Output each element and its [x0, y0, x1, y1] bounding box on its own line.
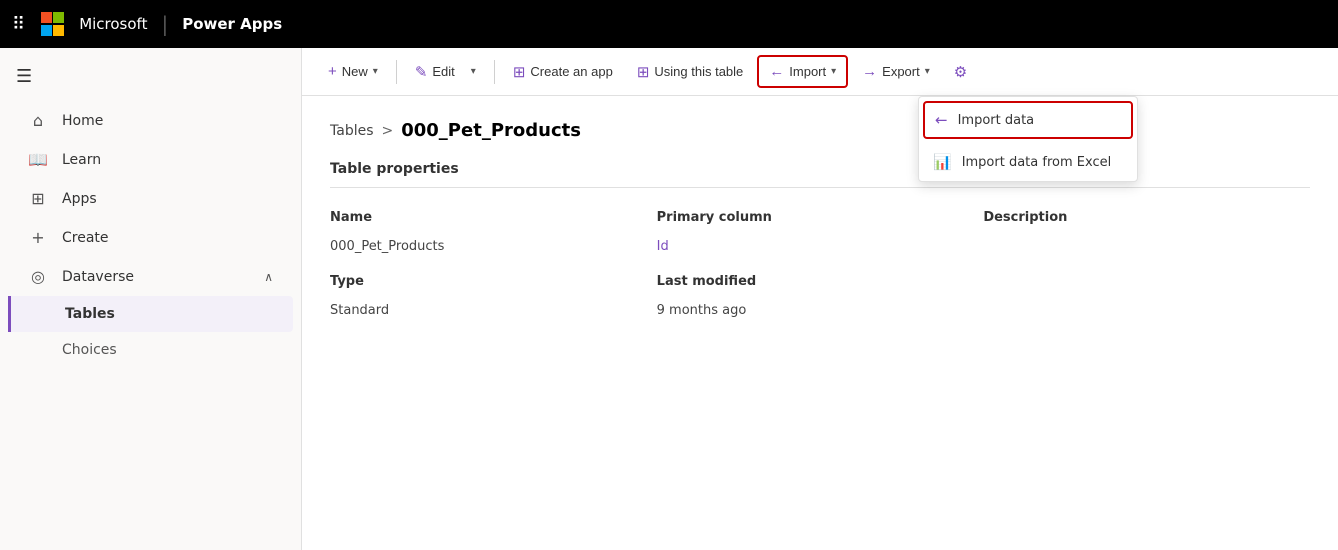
- breadcrumb: Tables > 000_Pet_Products: [330, 120, 1310, 141]
- sidebar-item-home[interactable]: ⌂ Home: [8, 101, 293, 140]
- edit-button[interactable]: ✎ Edit: [405, 57, 465, 87]
- col-value-modified: 9 months ago: [657, 299, 984, 328]
- sidebar-item-choices[interactable]: Choices: [8, 332, 293, 368]
- new-label: New: [342, 64, 368, 79]
- sidebar-label-create: Create: [62, 230, 109, 246]
- col-value-description: [983, 235, 1310, 264]
- hamburger-menu[interactable]: ☰: [0, 56, 301, 97]
- import-dropdown: ← Import data 📊 Import data from Excel: [918, 96, 1138, 182]
- dropdown-item-import-excel[interactable]: 📊 Import data from Excel: [919, 143, 1137, 181]
- sidebar-label-choices: Choices: [62, 342, 117, 358]
- import-button[interactable]: ← Import ▾: [757, 55, 848, 88]
- create-app-label: Create an app: [530, 64, 612, 79]
- edit-pencil-icon: ✎: [415, 63, 428, 81]
- export-button[interactable]: → Export ▾: [852, 57, 940, 86]
- sidebar-item-dataverse[interactable]: ◎ Dataverse ∧: [8, 257, 293, 296]
- apps-icon: ⊞: [28, 189, 48, 208]
- import-label: Import: [789, 64, 826, 79]
- toolbar-sep-2: [494, 60, 495, 84]
- export-chevron-icon: ▾: [925, 66, 930, 77]
- col-header-empty: [983, 264, 1310, 299]
- toolbar: + New ▾ ✎ Edit ▾ ⊞ Create an app ⊞ Using…: [302, 48, 1338, 96]
- sidebar-item-apps[interactable]: ⊞ Apps: [8, 179, 293, 218]
- dataverse-icon: ◎: [28, 267, 48, 286]
- main-layout: ☰ ⌂ Home 📖 Learn ⊞ Apps + Create ◎ Datav…: [0, 48, 1338, 550]
- col-value-primary: Id: [657, 235, 984, 264]
- breadcrumb-current: 000_Pet_Products: [401, 120, 581, 141]
- col-header-name: Name: [330, 200, 657, 235]
- import-icon: ←: [769, 63, 784, 80]
- toolbar-sep-1: [396, 60, 397, 84]
- edit-chevron-icon: ▾: [471, 66, 476, 77]
- col-value-type: Standard: [330, 299, 657, 328]
- using-table-icon: ⊞: [637, 63, 650, 81]
- create-app-button[interactable]: ⊞ Create an app: [503, 57, 623, 87]
- table-properties-title: Table properties: [330, 161, 1310, 188]
- import-data-label: Import data: [958, 113, 1035, 128]
- microsoft-logo: [41, 12, 65, 36]
- sidebar: ☰ ⌂ Home 📖 Learn ⊞ Apps + Create ◎ Datav…: [0, 48, 302, 550]
- settings-icon: ⚙: [954, 63, 967, 81]
- dataverse-chevron: ∧: [264, 270, 273, 284]
- col-header-description: Description: [983, 200, 1310, 235]
- sidebar-item-learn[interactable]: 📖 Learn: [8, 140, 293, 179]
- edit-label: Edit: [432, 64, 454, 79]
- hamburger-icon: ☰: [16, 66, 32, 87]
- import-excel-label: Import data from Excel: [962, 155, 1112, 170]
- using-table-label: Using this table: [654, 64, 743, 79]
- sidebar-label-home: Home: [62, 113, 103, 129]
- create-icon: +: [28, 228, 48, 247]
- app-name: Power Apps: [182, 15, 282, 33]
- topbar: ⠿ Microsoft | Power Apps: [0, 0, 1338, 48]
- new-button[interactable]: + New ▾: [318, 57, 388, 86]
- main-content: + New ▾ ✎ Edit ▾ ⊞ Create an app ⊞ Using…: [302, 48, 1338, 550]
- learn-icon: 📖: [28, 150, 48, 169]
- sidebar-label-learn: Learn: [62, 152, 101, 168]
- home-icon: ⌂: [28, 111, 48, 130]
- grid-icon[interactable]: ⠿: [12, 14, 25, 35]
- properties-grid: Name Primary column Description 000_Pet_…: [330, 200, 1310, 328]
- sidebar-label-tables: Tables: [65, 306, 115, 322]
- create-app-icon: ⊞: [513, 63, 526, 81]
- import-excel-icon: 📊: [933, 153, 952, 171]
- col-value-name: 000_Pet_Products: [330, 235, 657, 264]
- sidebar-label-apps: Apps: [62, 191, 97, 207]
- new-chevron-icon: ▾: [373, 66, 378, 77]
- col-header-type: Type: [330, 264, 657, 299]
- import-chevron-icon: ▾: [831, 66, 836, 77]
- sidebar-item-create[interactable]: + Create: [8, 218, 293, 257]
- company-name: Microsoft: [79, 15, 147, 33]
- col-header-modified: Last modified: [657, 264, 984, 299]
- import-data-icon: ←: [935, 111, 948, 129]
- sidebar-item-tables[interactable]: Tables: [8, 296, 293, 332]
- edit-chevron-button[interactable]: ▾: [469, 60, 486, 83]
- col-value-empty: [983, 299, 1310, 328]
- settings-button[interactable]: ⚙: [944, 57, 977, 87]
- breadcrumb-tables-link[interactable]: Tables: [330, 123, 374, 139]
- topbar-divider: |: [161, 12, 168, 36]
- col-header-primary: Primary column: [657, 200, 984, 235]
- using-table-button[interactable]: ⊞ Using this table: [627, 57, 753, 87]
- export-icon: →: [862, 63, 877, 80]
- breadcrumb-separator: >: [382, 123, 394, 139]
- dropdown-item-import-data[interactable]: ← Import data: [923, 101, 1133, 139]
- sidebar-label-dataverse: Dataverse: [62, 269, 134, 285]
- new-plus-icon: +: [328, 63, 337, 80]
- export-label: Export: [882, 64, 920, 79]
- content-area: Tables > 000_Pet_Products Table properti…: [302, 96, 1338, 550]
